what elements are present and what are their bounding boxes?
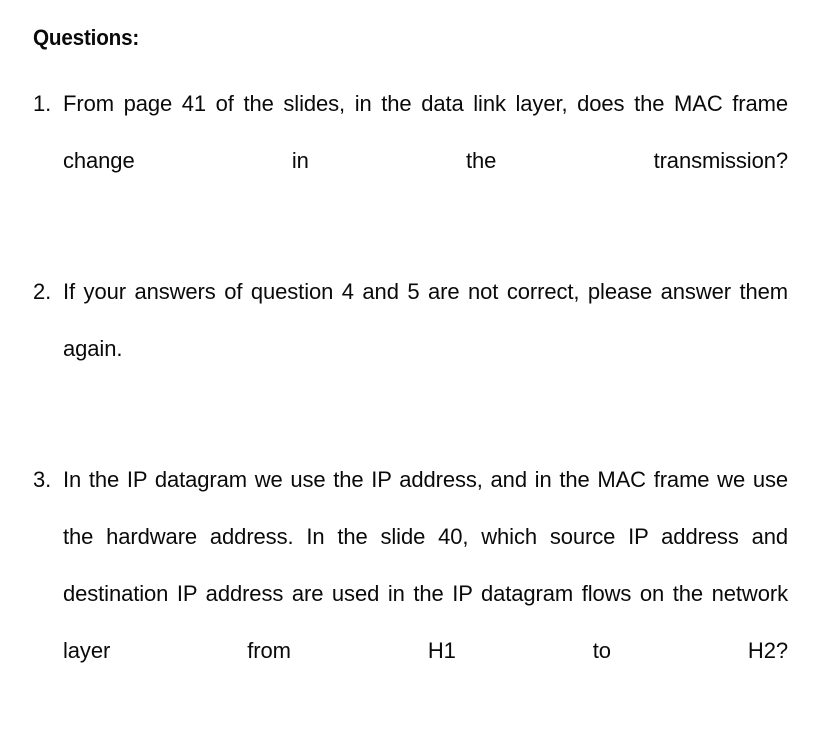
question-marker: 1.: [33, 91, 52, 116]
question-text: In the IP datagram we use the IP address…: [63, 467, 788, 663]
question-item-2: 2. If your answers of question 4 and 5 a…: [33, 263, 788, 434]
question-marker: 3.: [33, 467, 52, 492]
question-text: From page 41 of the slides, in the data …: [63, 91, 788, 173]
document-body: Questions: 1. From page 41 of the slides…: [33, 18, 788, 736]
question-text: If your answers of question 4 and 5 are …: [63, 279, 788, 361]
questions-list: 1. From page 41 of the slides, in the da…: [33, 75, 788, 736]
question-marker: 2.: [33, 279, 52, 304]
page-title: Questions:: [33, 25, 140, 50]
question-item-3: 3. In the IP datagram we use the IP addr…: [33, 451, 788, 736]
question-item-1: 1. From page 41 of the slides, in the da…: [33, 75, 788, 246]
document-page: Questions: 1. From page 41 of the slides…: [0, 0, 820, 663]
